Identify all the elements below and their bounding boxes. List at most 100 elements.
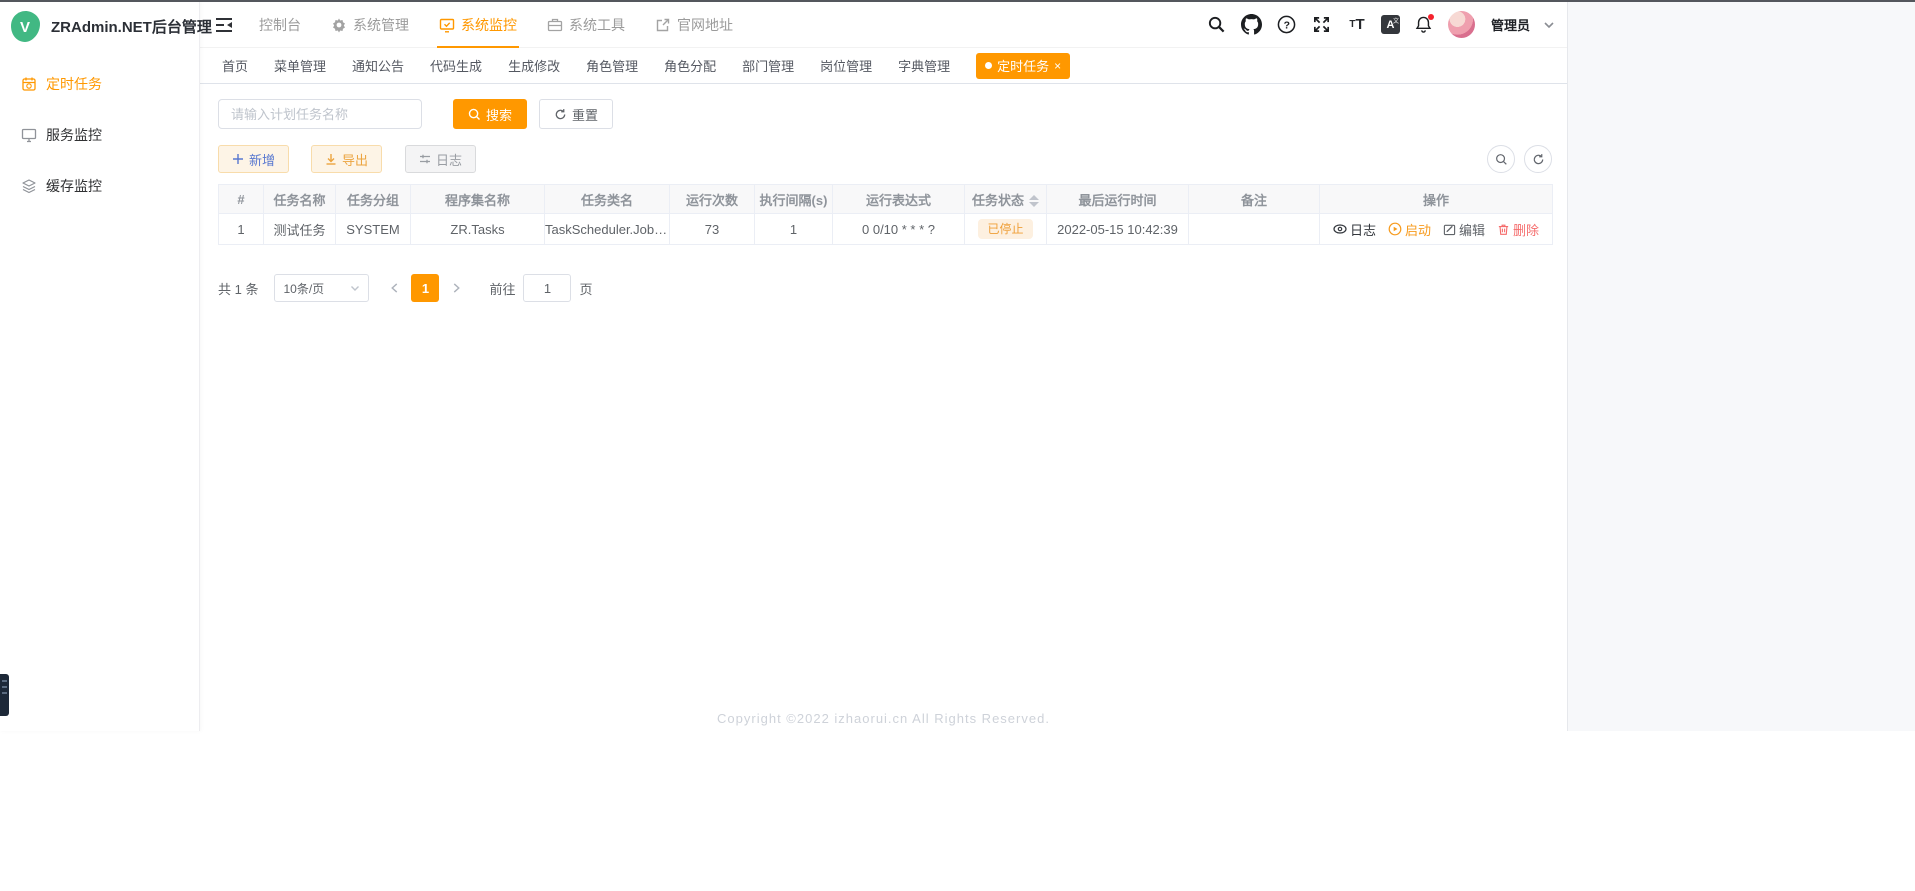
sort-caret-icon[interactable] [1029,195,1039,207]
chevron-left-icon [390,282,399,294]
cell-assembly: ZR.Tasks [411,214,545,245]
col-last-run: 最后运行时间 [1047,185,1189,214]
nav-item-system-tools[interactable]: 系统工具 [547,2,625,48]
export-button[interactable]: 导出 [311,145,382,173]
sidebar-collapse-icon[interactable] [213,14,235,36]
table-header-row: # 任务名称 任务分组 程序集名称 任务类名 运行次数 执行间隔(s) 运行表达… [219,185,1553,214]
search-button-label: 搜索 [486,105,512,124]
add-button[interactable]: 新增 [218,145,289,173]
col-index: # [219,185,264,214]
sidebar: V ZRAdmin.NET后台管理 定时任务 服务监控 缓存监 [0,2,200,731]
tasks-table: # 任务名称 任务分组 程序集名称 任务类名 运行次数 执行间隔(s) 运行表达… [218,184,1553,245]
sidebar-item-label: 服务监控 [46,125,102,145]
pagination: 共 1 条 10条/页 1 前往 页 [218,274,593,302]
svg-text:V: V [20,19,30,36]
filter-row: 搜索 重置 [218,99,613,129]
row-start-link[interactable]: 启动 [1388,220,1431,239]
cell-remark [1189,214,1320,245]
col-actions: 操作 [1320,185,1553,214]
search-icon [1495,153,1508,166]
cell-actions: 日志 启动 编辑 删除 [1320,214,1553,245]
col-job-class: 任务类名 [545,185,670,214]
table-tools [1487,145,1552,173]
floating-panel-handle[interactable] [0,674,9,716]
col-task-group: 任务分组 [336,185,411,214]
add-button-label: 新增 [249,150,275,169]
tab-menu-manage[interactable]: 菜单管理 [274,56,326,75]
cell-last-run: 2022-05-15 10:42:39 [1047,214,1189,245]
refresh-search-icon-button[interactable] [1487,145,1515,173]
task-name-input[interactable] [218,99,422,129]
tab-post-manage[interactable]: 岗位管理 [820,56,872,75]
tab-role-assign[interactable]: 角色分配 [664,56,716,75]
cell-status: 已停止 [965,214,1047,245]
footer-copyright: Copyright ©2022 izhaorui.cn All Rights R… [200,711,1567,726]
chevron-right-icon [452,282,461,294]
tab-home[interactable]: 首页 [222,56,248,75]
col-remark: 备注 [1189,185,1320,214]
app-title: ZRAdmin.NET后台管理 [51,16,212,37]
sidebar-item-service-monitor[interactable]: 服务监控 [0,109,199,160]
sidebar-item-label: 缓存监控 [46,176,102,196]
reset-button[interactable]: 重置 [539,99,613,129]
translate-icon[interactable]: A文 [1381,15,1400,34]
cell-cron: 0 0/10 * * * ? [833,214,965,245]
pagination-total: 共 1 条 [218,279,258,298]
status-badge: 已停止 [978,219,1032,239]
chevron-down-icon [350,283,360,293]
nav-item-system-manage[interactable]: 系统管理 [331,2,409,48]
active-tab-dot [985,62,992,69]
user-name[interactable]: 管理员 [1491,15,1530,34]
active-tab-label: 定时任务 [997,56,1049,75]
monitor-check-icon [439,17,455,33]
external-link-icon [655,17,671,33]
prev-page-button[interactable] [383,274,405,302]
next-page-button[interactable] [445,274,467,302]
font-size-icon[interactable]: TT [1346,14,1368,36]
row-delete-link[interactable]: 删除 [1497,220,1539,239]
tab-notice[interactable]: 通知公告 [352,56,404,75]
nav-item-label: 系统监控 [461,15,517,35]
tab-dict-manage[interactable]: 字典管理 [898,56,950,75]
eye-icon [1333,222,1347,236]
cell-job-class: TaskScheduler.Job_... [545,214,670,245]
timer-icon [21,76,37,92]
tab-scheduled-tasks-active[interactable]: 定时任务 × [976,53,1070,79]
nav-right-tools: ? TT A文 管理员 [1206,11,1555,38]
tab-gen-edit[interactable]: 生成修改 [508,56,560,75]
col-task-name: 任务名称 [264,185,336,214]
nav-item-label: 官网地址 [677,15,733,35]
close-icon[interactable]: × [1054,60,1061,72]
help-icon[interactable]: ? [1276,14,1298,36]
page-number-button[interactable]: 1 [411,274,439,302]
col-interval: 执行间隔(s) [755,185,833,214]
tab-dept-manage[interactable]: 部门管理 [742,56,794,75]
notification-bell-icon[interactable] [1413,14,1435,36]
export-button-label: 导出 [342,150,368,169]
nav-item-system-monitor[interactable]: 系统监控 [439,2,517,48]
cell-run-count: 73 [670,214,755,245]
sidebar-item-cache-monitor[interactable]: 缓存监控 [0,160,199,211]
nav-item-console[interactable]: 控制台 [259,2,301,48]
chevron-down-icon[interactable] [1543,19,1555,31]
page-unit-label: 页 [579,279,592,298]
row-log-link[interactable]: 日志 [1333,220,1376,239]
nav-item-official-site[interactable]: 官网地址 [655,2,733,48]
refresh-icon [1532,153,1545,166]
sidebar-item-scheduled-tasks[interactable]: 定时任务 [0,58,199,109]
user-avatar[interactable] [1448,11,1475,38]
page-size-select[interactable]: 10条/页 [274,274,369,302]
github-icon[interactable] [1241,14,1263,36]
sidebar-menu: 定时任务 服务监控 缓存监控 [0,58,199,211]
nav-menu: 控制台 系统管理 系统监控 系统工具 [259,2,733,48]
goto-page-input[interactable] [523,274,571,302]
refresh-table-icon-button[interactable] [1524,145,1552,173]
tab-code-gen[interactable]: 代码生成 [430,56,482,75]
search-icon[interactable] [1206,14,1228,36]
log-button[interactable]: 日志 [405,145,476,173]
search-button[interactable]: 搜索 [453,99,527,129]
tab-role-manage[interactable]: 角色管理 [586,56,638,75]
col-assembly: 程序集名称 [411,185,545,214]
fullscreen-icon[interactable] [1311,14,1333,36]
row-edit-link[interactable]: 编辑 [1443,220,1485,239]
